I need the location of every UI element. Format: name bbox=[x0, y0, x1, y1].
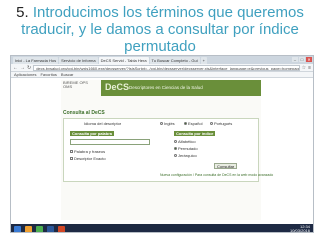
navigation-bar: ← → ↻ decs.bvsalud.org/cgi-bin/wxis1660.… bbox=[11, 64, 313, 72]
forward-arrow-icon[interactable]: → bbox=[20, 65, 25, 71]
radio-icon bbox=[174, 140, 177, 144]
browser-tab-active[interactable]: DeCS Servid - Tabla Hera bbox=[98, 57, 149, 64]
caption-number: 5. bbox=[16, 4, 29, 21]
decs-brand: DeCS bbox=[105, 82, 130, 92]
browser-tab[interactable]: Servicio de Informa bbox=[59, 57, 98, 64]
browser-tab[interactable]: Tu Buscar Completo - Gui bbox=[149, 57, 200, 64]
decs-banner-subtitle: Descriptores en Ciencias de la Salud bbox=[129, 85, 203, 90]
powerpoint-taskbar-icon[interactable] bbox=[58, 225, 65, 232]
panel-title: Consulta al DeCS bbox=[63, 110, 105, 116]
method-permutado[interactable]: Permutado bbox=[174, 146, 198, 151]
maximize-button[interactable]: □ bbox=[299, 57, 305, 62]
checkbox-icon bbox=[70, 150, 73, 154]
back-arrow-icon[interactable]: ← bbox=[13, 65, 18, 71]
caption-text: Introducimos los términos que queremos t… bbox=[21, 4, 304, 55]
browser-tab-bar: Inici - La Farmacia Hos Servicio de Info… bbox=[11, 56, 313, 64]
close-button[interactable]: ✕ bbox=[306, 57, 312, 62]
window-controls: – □ ✕ bbox=[292, 57, 312, 62]
consultar-button[interactable]: Consultar bbox=[214, 163, 238, 169]
taskbar-clock[interactable]: 12:34 10/03/2016 bbox=[290, 225, 310, 233]
checkbox-icon bbox=[70, 157, 73, 161]
radio-selected-icon bbox=[174, 147, 177, 151]
search-terms-header: Consulta por palabra bbox=[70, 131, 115, 136]
radio-icon bbox=[160, 122, 163, 126]
bookmark-item[interactable]: Favoritos bbox=[40, 72, 56, 77]
search-terms-input[interactable] bbox=[70, 139, 150, 145]
option-exacto[interactable]: Descriptor Exacto bbox=[70, 156, 106, 161]
browser-taskbar-icon[interactable] bbox=[36, 225, 43, 232]
reload-icon[interactable]: ↻ bbox=[27, 65, 31, 71]
bookmark-item[interactable]: Aplicaciones bbox=[14, 72, 36, 77]
star-icon[interactable]: ☆ bbox=[302, 65, 306, 71]
decs-page: BIREME OPS OMS DeCS Descriptores en Cien… bbox=[61, 80, 273, 220]
language-option-es[interactable]: Español bbox=[184, 121, 202, 126]
method-jerarquico[interactable]: Jerárquico bbox=[174, 153, 197, 158]
consulta-panel: Idioma del descriptor Inglés Español Por… bbox=[63, 118, 273, 182]
footer-note[interactable]: Nueva configuración / Para consulta de D… bbox=[160, 173, 273, 177]
method-alfabetico[interactable]: Alfabético bbox=[174, 139, 196, 144]
new-tab-button[interactable]: + bbox=[200, 57, 207, 64]
radio-icon bbox=[174, 154, 177, 158]
decs-banner: DeCS Descriptores en Ciencias de la Salu… bbox=[101, 80, 261, 96]
bireme-logo[interactable]: BIREME OPS OMS bbox=[63, 81, 93, 95]
radio-icon bbox=[210, 122, 213, 126]
word-taskbar-icon[interactable] bbox=[47, 225, 54, 232]
option-palabra[interactable]: Palabra y fraseos bbox=[70, 149, 105, 154]
address-bar[interactable]: decs.bvsalud.org/cgi-bin/wxis1660.exe/de… bbox=[33, 64, 300, 71]
browser-screenshot: Inici - La Farmacia Hos Servicio de Info… bbox=[10, 55, 314, 233]
radio-selected-icon bbox=[184, 122, 187, 126]
language-label: Idioma del descriptor bbox=[84, 121, 122, 126]
language-option-en[interactable]: Inglés bbox=[160, 121, 175, 126]
search-method-header: Consulta por índice bbox=[174, 131, 216, 136]
language-option-pt[interactable]: Portugués bbox=[210, 121, 232, 126]
file-explorer-icon[interactable] bbox=[25, 225, 32, 232]
windows-taskbar: 12:34 10/03/2016 bbox=[11, 224, 313, 233]
minimize-button[interactable]: – bbox=[292, 57, 298, 62]
page-viewport: BIREME OPS OMS DeCS Descriptores en Cien… bbox=[11, 78, 313, 224]
menu-icon[interactable]: ≡ bbox=[308, 65, 311, 71]
browser-tab[interactable]: Inici - La Farmacia Hos bbox=[13, 57, 59, 64]
bookmark-item[interactable]: Buscar bbox=[61, 72, 73, 77]
slide-caption: 5. Introducimos los términos que queremo… bbox=[0, 4, 320, 55]
start-button-icon[interactable] bbox=[14, 225, 21, 232]
